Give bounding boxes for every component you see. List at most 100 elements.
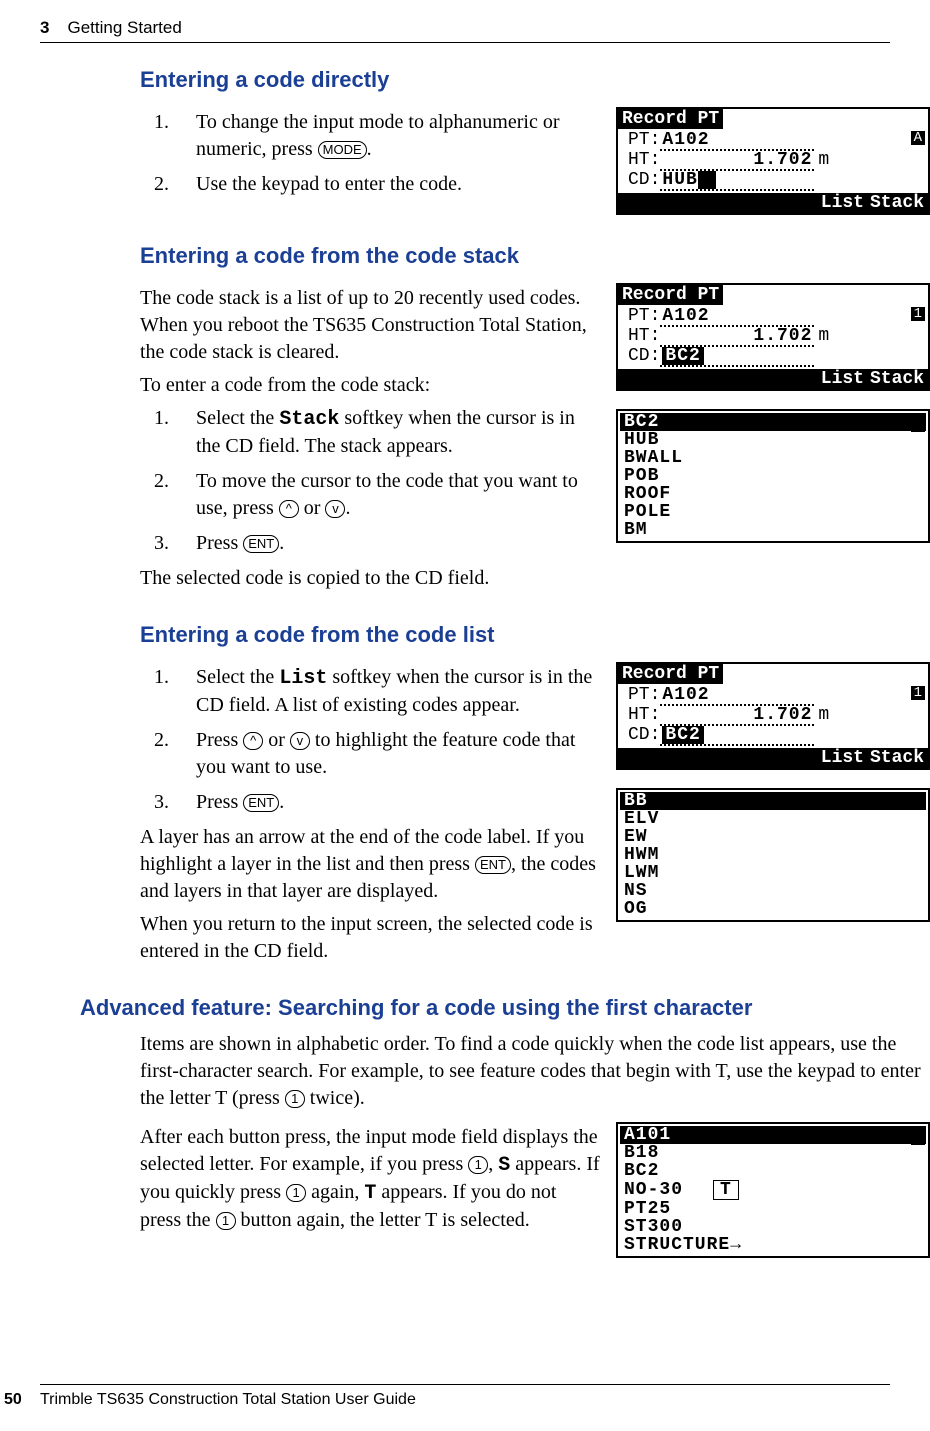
ht-label-2: HT:: [628, 327, 660, 347]
search-item: ST300: [620, 1218, 926, 1236]
s3-p1: A layer has an arrow at the end of the c…: [140, 824, 602, 905]
s3-p2: When you return to the input screen, the…: [140, 911, 602, 965]
s3-step2-b: or: [263, 729, 290, 751]
lcd-title-3: Record PT: [618, 664, 723, 684]
s2-step3-b: .: [279, 532, 284, 554]
s2-step1-a: Select the: [196, 407, 279, 429]
stack-item: POB: [620, 467, 926, 485]
s1-step1-text-a: To change the input mode to alphanumeric…: [196, 111, 560, 160]
lcd-code-list: BB ELV EW HWM LWM NS OG: [616, 788, 930, 922]
search-item: BC2: [620, 1162, 926, 1180]
up-key: ^: [279, 500, 299, 518]
s4-p2-f: button again, the letter T is selected.: [236, 1209, 530, 1231]
ht-label: HT:: [628, 151, 660, 171]
s1-step1: To change the input mode to alphanumeric…: [140, 109, 602, 163]
s2-step2-c: .: [345, 497, 350, 519]
ht-label-3: HT:: [628, 706, 660, 726]
s3-step3: Press ENT.: [140, 789, 602, 816]
list-softkey-label: List: [279, 667, 327, 690]
s4-p2-b: ,: [488, 1153, 498, 1175]
page-footer: 50 Trimble TS635 Construction Total Stat…: [0, 1384, 930, 1409]
list-item: NS: [620, 882, 926, 900]
list-item: LWM: [620, 864, 926, 882]
cd-value-2: BC2: [660, 347, 814, 367]
list-item: BB: [620, 792, 926, 810]
s4-p1-a: Items are shown in alphabetic order. To …: [140, 1033, 921, 1109]
up-key-2: ^: [243, 732, 263, 750]
lcd-record-pt-1: Record PT A PT:A102 HT:1.702m CD:HUB Lis…: [616, 107, 930, 215]
softkey-stack-3: Stack: [870, 749, 924, 767]
header-rule: [40, 42, 890, 43]
page-header: 3 Getting Started: [40, 18, 890, 38]
list-item: EW: [620, 828, 926, 846]
one-key-4: 1: [216, 1212, 236, 1230]
s3-step2-a: Press: [196, 729, 243, 751]
cd-value-3: BC2: [660, 726, 814, 746]
page-number: 50: [4, 1391, 22, 1408]
s2-step3: Press ENT.: [140, 530, 602, 557]
pt-value-3: A102: [660, 686, 814, 706]
one-key-3: 1: [286, 1184, 306, 1202]
s2-step2-a: To move the cursor to the code that you …: [196, 470, 578, 519]
s2-p2: To enter a code from the code stack:: [140, 372, 602, 399]
cd-label-2: CD:: [628, 347, 660, 367]
s4-p2: After each button press, the input mode …: [140, 1124, 602, 1234]
letter-t: T: [364, 1182, 376, 1205]
ent-key-3: ENT: [475, 856, 511, 874]
ht-value: 1.702: [660, 151, 814, 171]
lcd-record-pt-2: Record PT 1 PT:A102 HT:1.702m CD:BC2 Lis…: [616, 283, 930, 391]
lcd-search-list: A A101 B18 BC2 NO-30T PT25 ST300 STRUCTU…: [616, 1122, 930, 1258]
footer-title: Trimble TS635 Construction Total Station…: [40, 1391, 416, 1408]
s3-step3-a: Press: [196, 791, 243, 813]
s4-p1: Items are shown in alphabetic order. To …: [140, 1031, 930, 1112]
stack-softkey-label: Stack: [279, 408, 339, 431]
s2-p1: The code stack is a list of up to 20 rec…: [140, 285, 602, 366]
lcd-stack-list: A BC2 HUB BWALL POB ROOF POLE BM: [616, 409, 930, 543]
pt-label-3: PT:: [628, 686, 660, 706]
list-item: HWM: [620, 846, 926, 864]
chapter-number: 3: [40, 18, 49, 38]
down-key-2: v: [290, 732, 310, 750]
stack-item: BC2: [620, 413, 926, 431]
s2-step2: To move the cursor to the code that you …: [140, 468, 602, 522]
s2-step2-b: or: [299, 497, 326, 519]
s1-step2: Use the keypad to enter the code.: [140, 171, 602, 198]
search-item: PT25: [620, 1200, 926, 1218]
indicator-A: A: [911, 131, 925, 145]
cd-value: HUB: [660, 171, 814, 191]
s2-p3: The selected code is copied to the CD fi…: [140, 565, 602, 592]
ht-value-2: 1.702: [660, 327, 814, 347]
mode-key: MODE: [318, 141, 367, 159]
cd-label-3: CD:: [628, 726, 660, 746]
stack-item: BM: [620, 521, 926, 539]
heading-entering-code-directly: Entering a code directly: [140, 67, 930, 93]
stack-item: BWALL: [620, 449, 926, 467]
s2-step1: Select the Stack softkey when the cursor…: [140, 405, 602, 460]
search-item: A101: [620, 1126, 926, 1144]
pt-label: PT:: [628, 131, 660, 151]
indicator-1: 1: [911, 307, 925, 321]
softkey-stack: Stack: [870, 194, 924, 212]
lcd-title: Record PT: [618, 109, 723, 129]
ht-unit-3: m: [818, 706, 829, 726]
lcd-record-pt-3: Record PT 1 PT:A102 HT:1.702m CD:BC2 Lis…: [616, 662, 930, 770]
softkey-stack-2: Stack: [870, 370, 924, 388]
search-item: NO-30T: [620, 1180, 926, 1200]
pt-label-2: PT:: [628, 307, 660, 327]
down-key: v: [325, 500, 345, 518]
stack-item: ROOF: [620, 485, 926, 503]
chapter-title: Getting Started: [67, 18, 181, 38]
s3-step1-a: Select the: [196, 666, 279, 688]
s1-step1-text-b: .: [367, 138, 372, 160]
ent-key-2: ENT: [243, 794, 279, 812]
heading-code-list: Entering a code from the code list: [140, 622, 930, 648]
stack-item: HUB: [620, 431, 926, 449]
s2-step3-a: Press: [196, 532, 243, 554]
s3-step1: Select the List softkey when the cursor …: [140, 664, 602, 719]
ht-unit-2: m: [818, 327, 829, 347]
letter-s: S: [498, 1154, 510, 1177]
s3-step3-b: .: [279, 791, 284, 813]
footer-rule: [40, 1384, 890, 1385]
softkey-list-2: List: [821, 370, 864, 388]
lcd-title-2: Record PT: [618, 285, 723, 305]
